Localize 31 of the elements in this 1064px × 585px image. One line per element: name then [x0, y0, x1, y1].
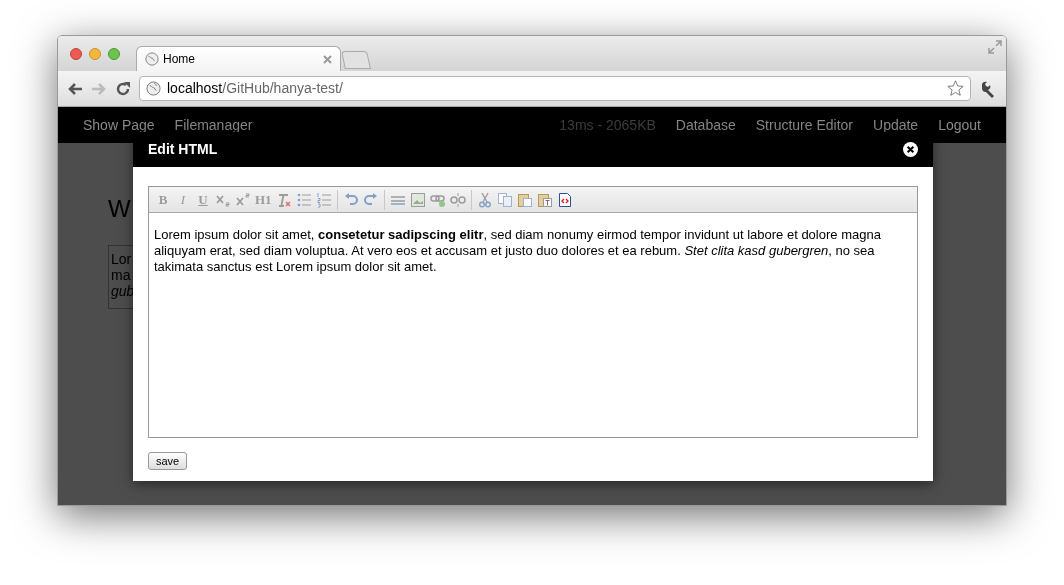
bookmark-star-icon[interactable] — [947, 80, 964, 97]
new-tab-button[interactable] — [341, 51, 371, 69]
paragraph-fragment: ma — [111, 267, 132, 283]
zoom-window-button[interactable] — [108, 48, 120, 60]
close-icon[interactable] — [903, 142, 918, 157]
nav-link[interactable]: Database — [675, 114, 736, 136]
globe-icon — [145, 52, 159, 66]
paragraph-fragment: Lor — [111, 251, 133, 267]
editor-text[interactable]: Lorem ipsum dolor sit amet, consetetur sadipscing elitr, sed diam nonumy eirmod tempor invidunt ut labore et dolore magna aliquyam erat, sed diam voluptua. At vero eos et accusam et justo duo dolores et ea rebum. Stet clita kasd gubergren, no sea takimata sanctus est Lorem ipsum dolor sit amet. — [149, 213, 917, 275]
paragraph-fragment: gub — [111, 283, 133, 299]
nav-link[interactable]: Filemanager — [174, 114, 253, 136]
close-window-button[interactable] — [70, 48, 82, 60]
browser-tab[interactable]: Home — [136, 46, 341, 71]
stats-text: 13ms - 2065KB — [559, 115, 656, 135]
wrench-icon[interactable] — [979, 79, 997, 98]
page-heading: W — [108, 194, 131, 224]
save-button[interactable]: save — [148, 452, 188, 470]
nav-link[interactable]: Update — [873, 114, 919, 136]
url-text: localhost/GitHub/hanya-test/ — [167, 79, 344, 98]
globe-icon — [146, 81, 161, 96]
forward-icon[interactable] — [91, 81, 107, 96]
fullscreen-icon[interactable] — [988, 40, 1002, 54]
tab-title: Home — [163, 51, 196, 68]
back-icon[interactable] — [67, 81, 83, 96]
nav-link[interactable]: Structure Editor — [755, 114, 853, 136]
nav-link[interactable]: Show Page — [83, 114, 155, 136]
nav-link[interactable]: Logout — [938, 114, 981, 136]
address-bar[interactable]: localhost/GitHub/hanya-test/ — [139, 76, 971, 101]
minimize-window-button[interactable] — [89, 48, 101, 60]
reload-icon[interactable] — [115, 80, 131, 97]
dialog-title: Edit HTML — [148, 140, 218, 159]
